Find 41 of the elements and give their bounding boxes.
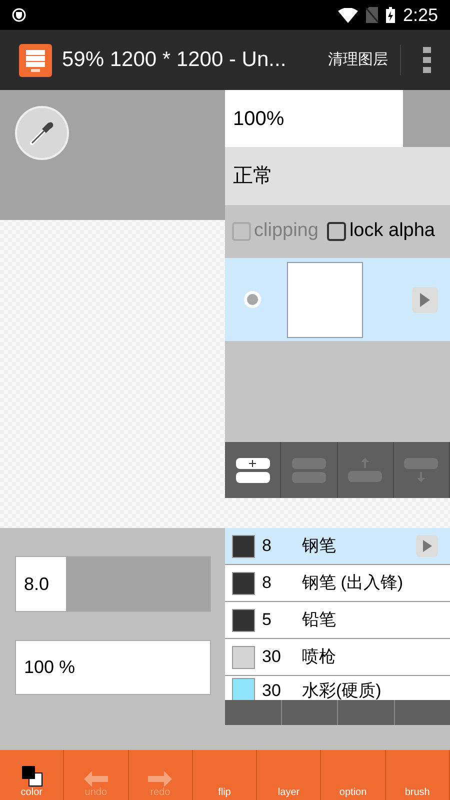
layer-menu-button[interactable] xyxy=(412,286,438,312)
wifi-icon xyxy=(338,8,358,22)
left-arrow-icon xyxy=(84,771,108,787)
layer-opacity-field[interactable]: 100% xyxy=(225,90,403,147)
layers-hd-icon[interactable] xyxy=(19,44,52,76)
brush-size: 8 xyxy=(262,535,272,558)
brush-opacity-field[interactable]: 100 % xyxy=(15,640,211,695)
brush-size: 30 xyxy=(262,646,282,668)
plus-icon xyxy=(249,460,256,466)
brush-name: 钢笔 (出入锋) xyxy=(302,572,404,594)
clear-layer-button[interactable]: 清理图层 xyxy=(328,45,401,75)
brush-name: 水彩(硬质) xyxy=(302,680,382,700)
layer-option-checkbox[interactable]: lock alpha xyxy=(327,217,435,246)
visibility-toggle[interactable] xyxy=(244,291,261,308)
brush-size: 5 xyxy=(262,609,272,632)
brush-name: 钢笔 xyxy=(302,535,336,558)
brush-name: 铅笔 xyxy=(302,609,336,632)
battery-icon xyxy=(386,7,395,23)
add-layer-button[interactable] xyxy=(225,442,282,498)
play-icon xyxy=(420,292,430,306)
right-arrow-icon xyxy=(148,771,172,787)
color-swatch-icon xyxy=(20,765,43,787)
brush-size: 8 xyxy=(262,572,272,594)
brush-size-value: 8.0 xyxy=(16,557,66,611)
document-title: 59% 1200 * 1200 - Un... xyxy=(62,47,286,74)
down-arrow-icon xyxy=(417,472,426,482)
eyedropper-icon xyxy=(28,119,56,147)
more-menu-icon[interactable] xyxy=(423,47,431,73)
play-icon xyxy=(422,540,432,552)
eyedropper-button[interactable] xyxy=(15,106,69,160)
brush-item[interactable]: 8 钢笔 xyxy=(225,528,450,565)
no-sim-icon xyxy=(366,7,378,23)
blend-mode-dropdown[interactable]: 正常 xyxy=(225,147,450,205)
brush-name: 喷枪 xyxy=(302,646,336,668)
brush-size-slider[interactable]: 8.0 xyxy=(15,556,211,612)
clock: 2:25 xyxy=(402,4,438,26)
brush-menu-button[interactable] xyxy=(416,535,438,557)
layer-row[interactable] xyxy=(225,258,450,341)
shield-icon xyxy=(12,8,26,22)
brush-size: 30 xyxy=(262,680,282,700)
up-arrow-icon xyxy=(361,458,370,468)
